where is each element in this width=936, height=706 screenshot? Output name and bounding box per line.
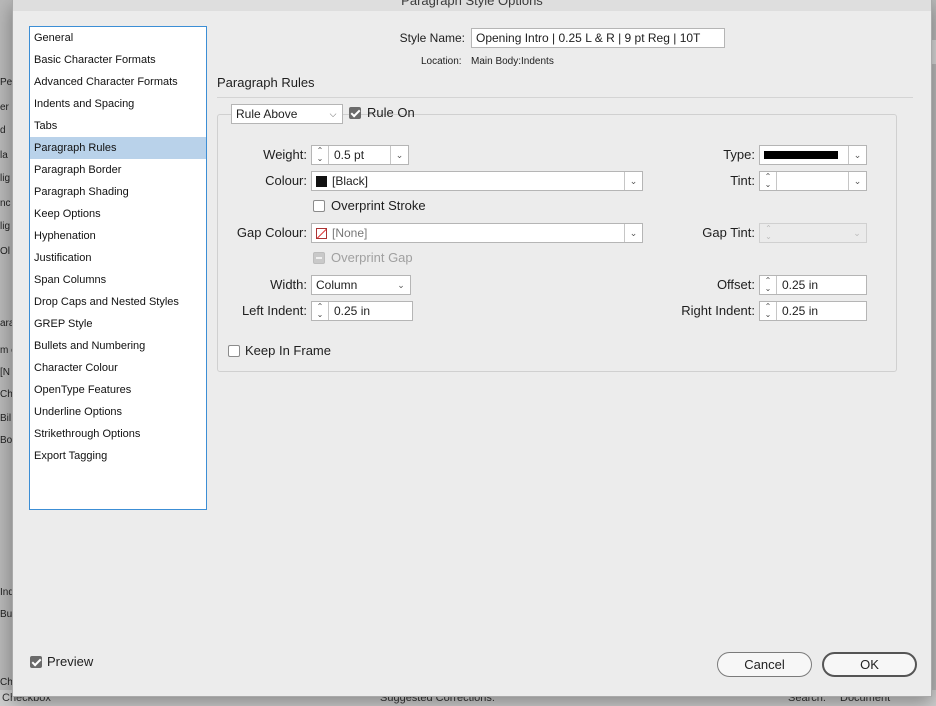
sidebar-item-general[interactable]: General [30, 27, 206, 49]
colour-value: [Black] [332, 174, 369, 188]
sidebar-item-paragraph-rules[interactable]: Paragraph Rules [30, 137, 206, 159]
sidebar-item-paragraph-shading[interactable]: Paragraph Shading [30, 181, 206, 203]
paragraph-style-options-dialog: Paragraph Style Options General Basic Cha… [12, 0, 932, 697]
stepper-arrows-icon: ⌃ ⌄ [765, 224, 772, 241]
solid-stroke-icon [764, 151, 838, 159]
rule-on-label: Rule On [367, 105, 415, 120]
stepper-arrows-icon[interactable]: ⌃ ⌄ [312, 302, 329, 320]
width-select[interactable]: Column ⌄ [311, 275, 411, 295]
preview-label: Preview [47, 654, 94, 669]
tint-stepper[interactable]: ⌃ ⌄ ⌄ [759, 171, 867, 191]
offset-label: Offset: [716, 277, 755, 292]
sidebar-item-export-tagging[interactable]: Export Tagging [30, 445, 206, 467]
offset-stepper[interactable]: ⌃ ⌄ 0.25 in [759, 275, 867, 295]
location-value: Main Body:Indents [471, 56, 554, 67]
offset-value: 0.25 in [782, 278, 819, 292]
width-label: Width: [270, 277, 307, 292]
preview-checkbox[interactable] [30, 656, 42, 668]
sidebar-item-basic-character-formats[interactable]: Basic Character Formats [30, 49, 206, 71]
left-indent-stepper[interactable]: ⌃ ⌄ 0.25 in [311, 301, 413, 321]
cancel-button[interactable]: Cancel [717, 652, 812, 677]
sidebar-item-indents-and-spacing[interactable]: Indents and Spacing [30, 93, 206, 115]
chevron-down-icon: ⌄ [397, 280, 405, 290]
left-indent-label: Left Indent: [241, 303, 307, 318]
sidebar-item-drop-caps-and-nested-styles[interactable]: Drop Caps and Nested Styles [30, 291, 206, 313]
tint-label: Tint: [730, 173, 755, 188]
chevron-down-icon: ⌵ [329, 109, 337, 119]
none-swatch-icon [316, 228, 327, 239]
sidebar-item-strikethrough-options[interactable]: Strikethrough Options [30, 423, 206, 445]
overprint-stroke-checkbox[interactable] [313, 200, 325, 212]
overprint-gap-checkbox[interactable] [313, 252, 325, 264]
sidebar-item-justification[interactable]: Justification [30, 247, 206, 269]
right-indent-label: Right Indent: [681, 303, 755, 318]
right-indent-value: 0.25 in [782, 304, 819, 318]
gap-colour-value: [None] [332, 226, 368, 240]
sidebar-item-bullets-and-numbering[interactable]: Bullets and Numbering [30, 335, 206, 357]
chevron-down-icon: ⌄ [624, 224, 642, 242]
section-title: Paragraph Rules [217, 75, 315, 90]
chevron-down-icon: ⌄ [390, 146, 408, 164]
colour-label: Colour: [265, 173, 307, 188]
stepper-arrows-icon[interactable]: ⌃ ⌄ [760, 302, 777, 320]
width-value: Column [316, 278, 358, 292]
gap-tint-stepper[interactable]: ⌃ ⌄ ⌄ [759, 223, 867, 243]
ok-button[interactable]: OK [822, 652, 917, 677]
chevron-down-icon: ⌄ [848, 146, 866, 164]
left-indent-value: 0.25 in [334, 304, 371, 318]
right-indent-stepper[interactable]: ⌃ ⌄ 0.25 in [759, 301, 867, 321]
chevron-down-icon: ⌄ [853, 228, 861, 238]
rule-on-checkbox[interactable] [349, 107, 361, 119]
weight-value: 0.5 pt [334, 148, 365, 162]
dialog-titlebar: Paragraph Style Options [13, 0, 931, 11]
overprint-stroke-label: Overprint Stroke [331, 198, 426, 213]
sidebar-item-underline-options[interactable]: Underline Options [30, 401, 206, 423]
chevron-down-icon: ⌄ [848, 172, 866, 190]
overprint-gap-label: Overprint Gap [331, 250, 413, 265]
stepper-arrows-icon[interactable]: ⌃ ⌄ [312, 146, 329, 164]
sidebar-item-grep-style[interactable]: GREP Style [30, 313, 206, 335]
category-list: General Basic Character Formats Advanced C… [29, 26, 207, 510]
gap-colour-label: Gap Colour: [236, 225, 307, 240]
keep-in-frame-label: Keep In Frame [245, 343, 331, 358]
style-name-input[interactable]: Opening Intro | 0.25 L & R | 9 pt Reg | … [471, 28, 725, 48]
black-swatch-icon [316, 176, 327, 187]
location-label: Location: [421, 56, 462, 67]
sidebar-item-opentype-features[interactable]: OpenType Features [30, 379, 206, 401]
stroke-type-select[interactable]: ⌄ [759, 145, 867, 165]
chevron-down-icon: ⌄ [624, 172, 642, 190]
stepper-arrows-icon[interactable]: ⌃ ⌄ [760, 276, 777, 294]
stepper-arrows-icon[interactable]: ⌃ ⌄ [760, 172, 777, 190]
gap-colour-select[interactable]: [None] ⌄ [311, 223, 643, 243]
type-label: Type: [723, 147, 755, 162]
gap-tint-label: Gap Tint: [702, 225, 755, 240]
sidebar-item-advanced-character-formats[interactable]: Advanced Character Formats [30, 71, 206, 93]
weight-stepper[interactable]: ⌃ ⌄ 0.5 pt ⌄ [311, 145, 409, 165]
section-divider [217, 97, 913, 98]
dialog-title: Paragraph Style Options [401, 0, 543, 8]
sidebar-item-keep-options[interactable]: Keep Options [30, 203, 206, 225]
keep-in-frame-checkbox[interactable] [228, 345, 240, 357]
sidebar-item-paragraph-border[interactable]: Paragraph Border [30, 159, 206, 181]
style-name-label: Style Name: [399, 31, 465, 45]
sidebar-item-tabs[interactable]: Tabs [30, 115, 206, 137]
weight-label: Weight: [263, 147, 307, 162]
sidebar-item-span-columns[interactable]: Span Columns [30, 269, 206, 291]
rule-type-value: Rule Above [236, 107, 298, 121]
rule-type-select[interactable]: Rule Above ⌵ [231, 104, 343, 124]
sidebar-item-character-colour[interactable]: Character Colour [30, 357, 206, 379]
sidebar-item-hyphenation[interactable]: Hyphenation [30, 225, 206, 247]
colour-select[interactable]: [Black] ⌄ [311, 171, 643, 191]
